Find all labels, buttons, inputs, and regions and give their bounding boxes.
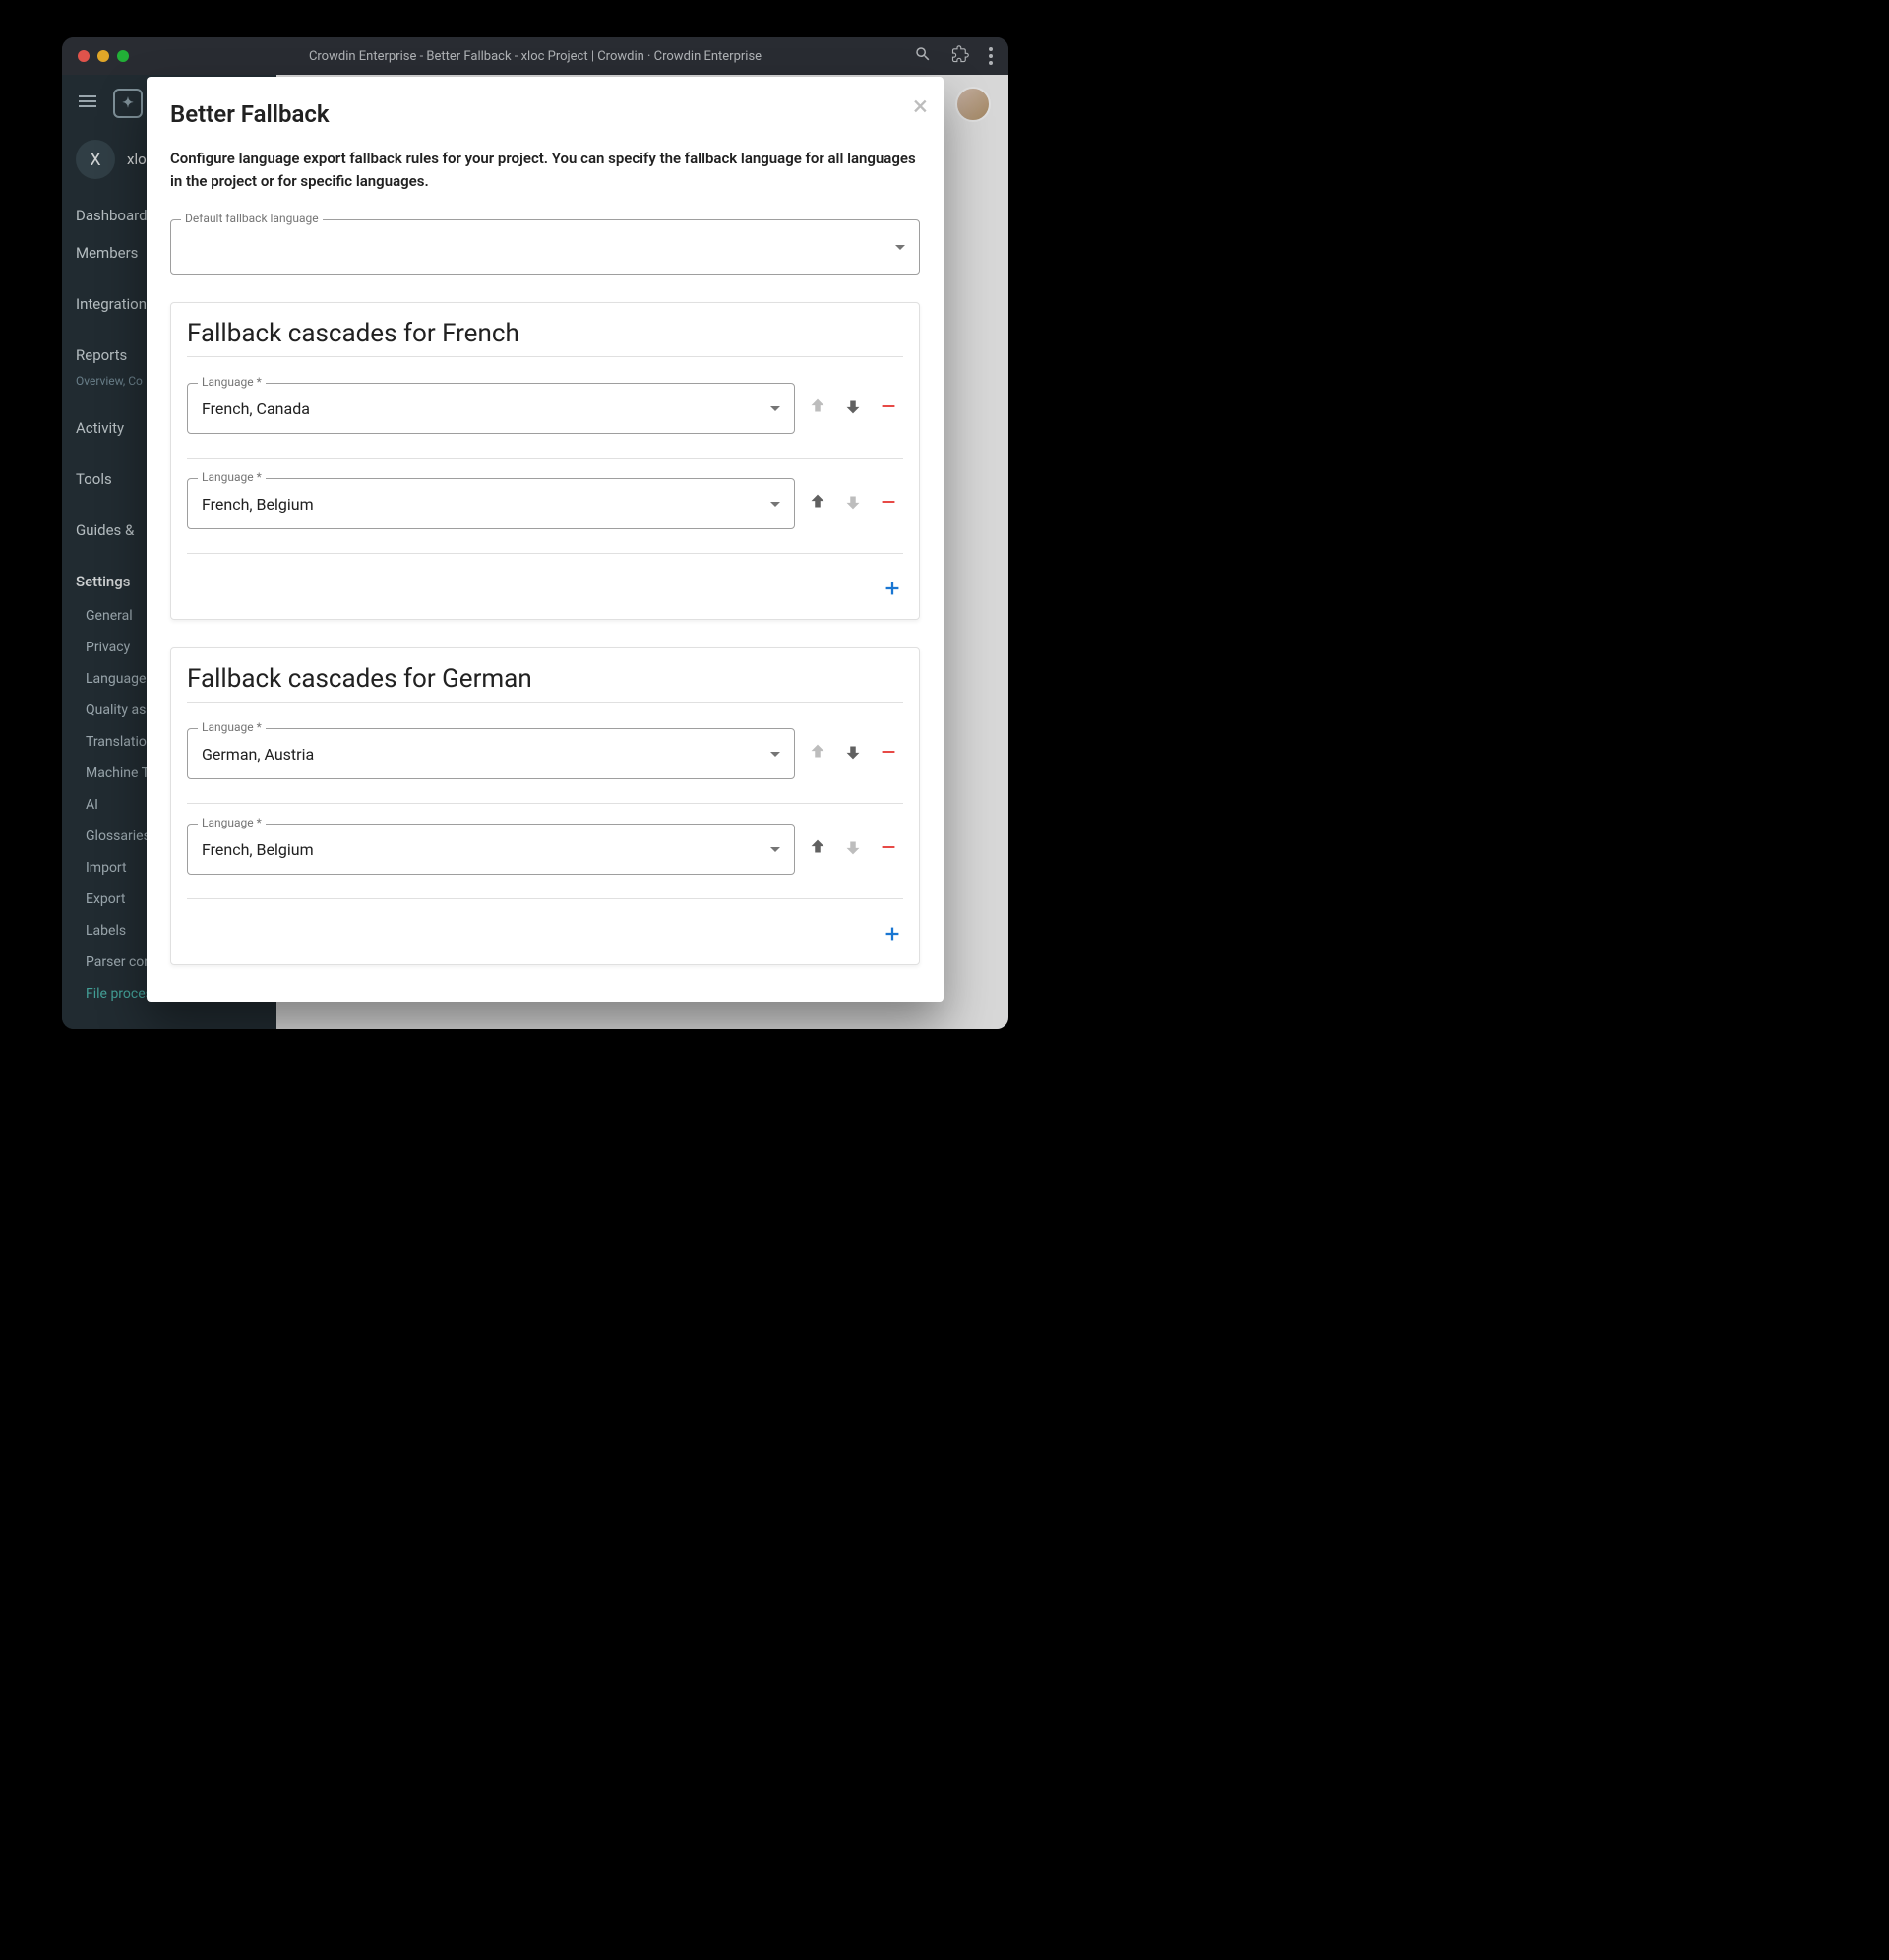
- cascade-language-row: Language * French, Belgium: [187, 464, 903, 554]
- add-language-row: [187, 560, 903, 603]
- language-value: French, Canada: [202, 399, 770, 418]
- move-down-icon: [842, 836, 864, 862]
- language-label: Language *: [198, 470, 266, 484]
- row-actions: [807, 741, 903, 766]
- cascade-card: Fallback cascades for French Language * Fr…: [170, 302, 920, 620]
- language-select[interactable]: Language *French, Belgium: [187, 824, 795, 875]
- remove-icon[interactable]: [878, 396, 899, 421]
- language-value: French, Belgium: [202, 495, 770, 514]
- language-select[interactable]: Language *French, Belgium: [187, 478, 795, 529]
- cascade-language-row: Language * French, Belgium: [187, 810, 903, 899]
- language-value: German, Austria: [202, 745, 770, 764]
- chevron-down-icon: [770, 752, 780, 757]
- move-down-icon: [842, 491, 864, 517]
- language-label: Language *: [198, 816, 266, 829]
- default-fallback-select[interactable]: Default fallback language: [170, 219, 920, 275]
- better-fallback-modal: × Better Fallback Configure language exp…: [147, 77, 944, 1002]
- modal-description: Configure language export fallback rules…: [170, 148, 920, 192]
- default-fallback-label: Default fallback language: [181, 212, 323, 225]
- move-down-icon[interactable]: [842, 741, 864, 766]
- remove-icon[interactable]: [878, 491, 899, 517]
- move-up-icon: [807, 396, 828, 421]
- chevron-down-icon: [770, 406, 780, 411]
- row-actions: [807, 396, 903, 421]
- row-actions: [807, 836, 903, 862]
- row-actions: [807, 491, 903, 517]
- move-down-icon[interactable]: [842, 396, 864, 421]
- language-value: French, Belgium: [202, 840, 770, 859]
- add-language-row: [187, 905, 903, 949]
- remove-icon[interactable]: [878, 741, 899, 766]
- chevron-down-icon: [770, 847, 780, 852]
- add-icon[interactable]: [882, 923, 903, 949]
- close-icon[interactable]: ×: [913, 92, 928, 120]
- modal-title: Better Fallback: [170, 100, 920, 128]
- language-label: Language *: [198, 375, 266, 389]
- language-select[interactable]: Language *German, Austria: [187, 728, 795, 779]
- add-icon[interactable]: [882, 578, 903, 603]
- chevron-down-icon: [895, 245, 905, 250]
- move-up-icon: [807, 741, 828, 766]
- move-up-icon[interactable]: [807, 836, 828, 862]
- cascade-title: Fallback cascades for French: [187, 319, 903, 357]
- cascade-title: Fallback cascades for German: [187, 664, 903, 703]
- move-up-icon[interactable]: [807, 491, 828, 517]
- chevron-down-icon: [770, 502, 780, 507]
- language-select[interactable]: Language *French, Canada: [187, 383, 795, 434]
- cascade-card: Fallback cascades for German Language * Ge…: [170, 647, 920, 965]
- language-label: Language *: [198, 720, 266, 734]
- cascade-language-row: Language * German, Austria: [187, 714, 903, 804]
- app-window: Crowdin Enterprise - Better Fallback - x…: [62, 37, 1008, 1029]
- cascade-language-row: Language * French, Canada: [187, 369, 903, 459]
- remove-icon[interactable]: [878, 836, 899, 862]
